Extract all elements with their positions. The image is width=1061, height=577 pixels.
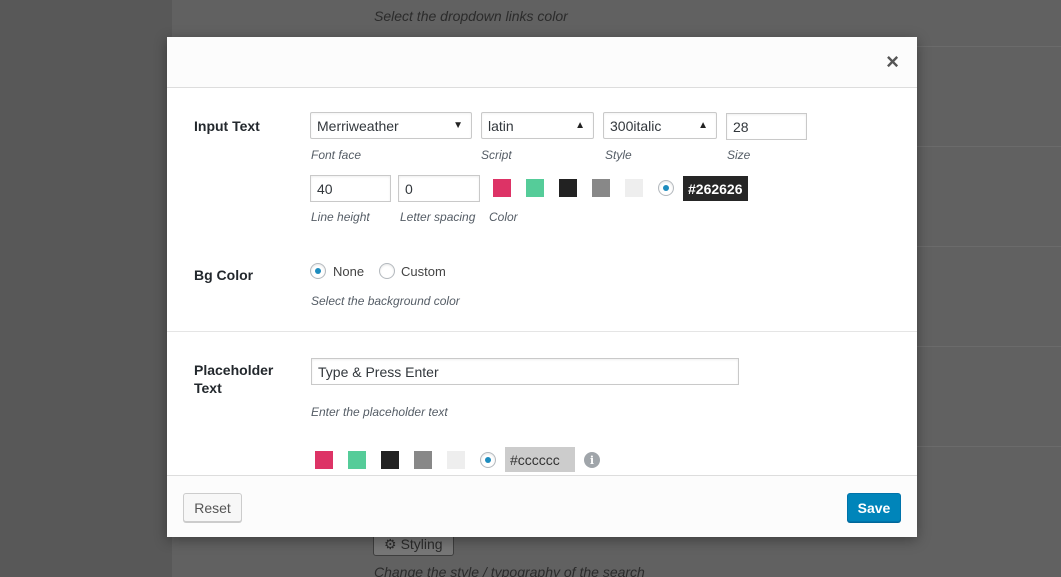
close-icon[interactable]: ×: [886, 51, 899, 73]
letter-spacing-input[interactable]: 0: [398, 175, 480, 202]
dropdown-arrow-icon: ▼: [453, 120, 463, 131]
placeholder-swatch-green[interactable]: [348, 451, 366, 469]
placeholder-swatch-black[interactable]: [381, 451, 399, 469]
save-button[interactable]: Save: [847, 493, 901, 522]
placeholder-color-value-field[interactable]: #cccccc: [505, 447, 575, 472]
bg-custom-radio[interactable]: [379, 263, 395, 279]
style-select[interactable]: 300italic ▲: [603, 112, 717, 139]
modal-body: Input Text Merriweather ▼ Font face lati…: [167, 88, 917, 475]
bg-color-hint: Select the background color: [311, 294, 460, 308]
bg-color-label: Bg Color: [194, 267, 254, 283]
size-hint: Size: [727, 148, 751, 162]
color-hint: Color: [489, 210, 518, 224]
background-dropdown-links-note: Select the dropdown links color: [374, 8, 568, 24]
placeholder-label-line2: Text: [194, 380, 222, 396]
script-hint: Script: [481, 148, 512, 162]
placeholder-swatch-gray[interactable]: [414, 451, 432, 469]
style-hint: Style: [605, 148, 632, 162]
placeholder-custom-color-radio[interactable]: [480, 452, 496, 468]
color-swatch-gray[interactable]: [592, 179, 610, 197]
letter-spacing-hint: Letter spacing: [400, 210, 476, 224]
placeholder-text-input[interactable]: Type & Press Enter: [311, 358, 739, 385]
bg-none-radio[interactable]: [310, 263, 326, 279]
color-swatch-pink[interactable]: [493, 179, 511, 197]
line-height-input[interactable]: 40: [310, 175, 391, 202]
font-face-value: Merriweather: [317, 117, 399, 134]
stepper-arrows-icon: ▲: [698, 120, 708, 131]
input-text-label: Input Text: [194, 118, 260, 134]
color-value-field[interactable]: #262626: [683, 176, 748, 201]
color-swatch-black[interactable]: [559, 179, 577, 197]
stepper-arrows-icon: ▲: [575, 120, 585, 131]
placeholder-swatch-light[interactable]: [447, 451, 465, 469]
typography-modal: × Input Text Merriweather ▼ Font face la…: [167, 37, 917, 537]
color-swatch-light[interactable]: [625, 179, 643, 197]
letter-spacing-value: 0: [405, 180, 413, 197]
style-value: 300italic: [610, 117, 662, 134]
info-icon[interactable]: i: [584, 452, 600, 468]
modal-header: ×: [167, 37, 917, 88]
line-height-hint: Line height: [311, 210, 370, 224]
font-face-hint: Font face: [311, 148, 362, 162]
section-divider: [167, 331, 917, 332]
gear-icon: ⚙: [384, 535, 397, 552]
size-input[interactable]: 28: [726, 113, 807, 140]
bg-custom-label[interactable]: Custom: [401, 264, 446, 279]
background-style-note: Change the style / typography of the sea…: [374, 564, 645, 577]
placeholder-label-line1: Placeholder: [194, 362, 274, 378]
size-value: 28: [733, 118, 749, 135]
line-height-value: 40: [317, 180, 333, 197]
placeholder-text-hint: Enter the placeholder text: [311, 405, 448, 419]
font-face-select[interactable]: Merriweather ▼: [310, 112, 472, 139]
color-swatch-green[interactable]: [526, 179, 544, 197]
background-styling-label: Styling: [400, 536, 443, 552]
modal-footer: Reset Save: [167, 475, 917, 537]
script-value: latin: [488, 117, 514, 134]
placeholder-text-value: Type & Press Enter: [318, 363, 439, 380]
reset-button[interactable]: Reset: [183, 493, 242, 522]
custom-color-radio[interactable]: [658, 180, 674, 196]
placeholder-swatch-pink[interactable]: [315, 451, 333, 469]
placeholder-text-label: Placeholder Text: [194, 361, 273, 397]
bg-none-label[interactable]: None: [333, 264, 364, 279]
background-sidebar: [0, 0, 172, 577]
script-select[interactable]: latin ▲: [481, 112, 594, 139]
